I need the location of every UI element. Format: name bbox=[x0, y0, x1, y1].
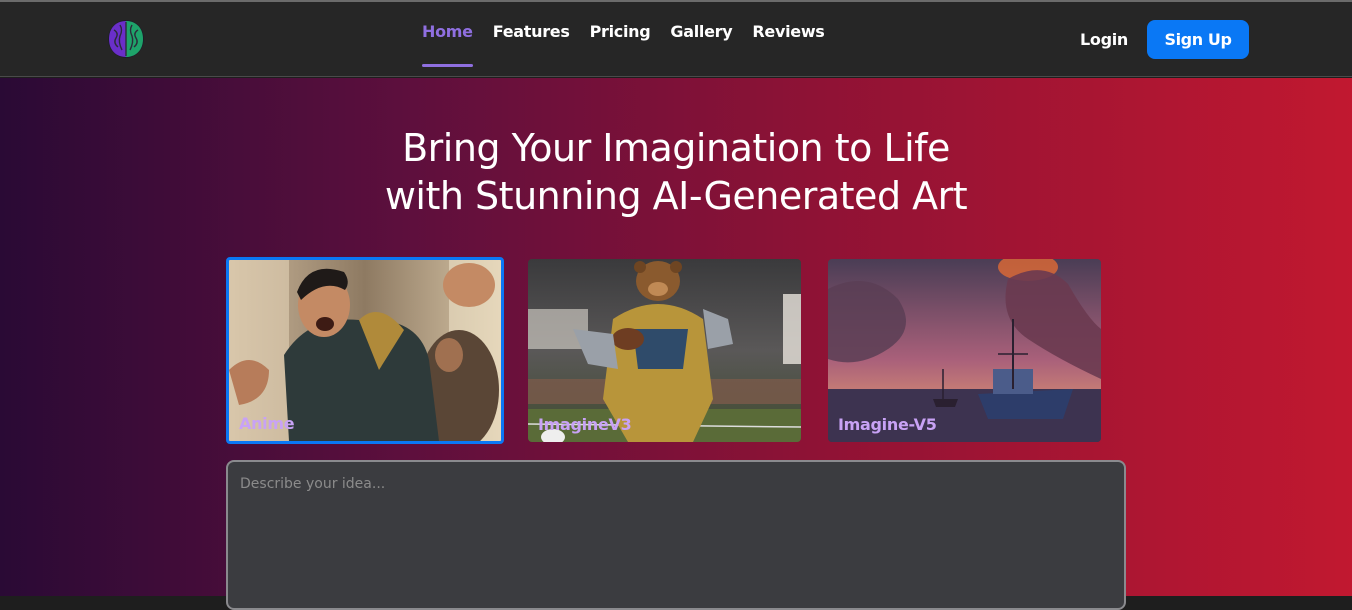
model-card-anime[interactable]: Anime bbox=[226, 257, 504, 444]
main-nav: Home Features Pricing Gallery Reviews bbox=[422, 22, 825, 67]
login-link[interactable]: Login bbox=[1080, 30, 1128, 49]
hero-section: Bring Your Imagination to Life with Stun… bbox=[0, 78, 1352, 610]
nav-link-pricing[interactable]: Pricing bbox=[590, 22, 651, 66]
signup-button[interactable]: Sign Up bbox=[1147, 20, 1249, 59]
model-card-label: Imagine-V5 bbox=[838, 415, 937, 434]
model-card-imaginev3[interactable]: ImagineV3 bbox=[528, 259, 801, 442]
nav-link-gallery[interactable]: Gallery bbox=[670, 22, 732, 66]
model-card-label: Anime bbox=[239, 414, 295, 433]
page-title: Bring Your Imagination to Life with Stun… bbox=[0, 124, 1352, 220]
nav-link-home[interactable]: Home bbox=[422, 22, 473, 67]
brain-logo-icon[interactable] bbox=[106, 18, 146, 60]
headline-line-2: with Stunning AI-Generated Art bbox=[384, 174, 968, 218]
model-card-label: ImagineV3 bbox=[538, 415, 632, 434]
headline-line-1: Bring Your Imagination to Life bbox=[402, 126, 950, 170]
nav-link-features[interactable]: Features bbox=[493, 22, 570, 66]
navbar: Home Features Pricing Gallery Reviews Lo… bbox=[0, 2, 1352, 77]
prompt-input[interactable] bbox=[226, 460, 1126, 610]
nav-link-reviews[interactable]: Reviews bbox=[752, 22, 824, 66]
model-card-imagine-v5[interactable]: Imagine-V5 bbox=[828, 259, 1101, 442]
